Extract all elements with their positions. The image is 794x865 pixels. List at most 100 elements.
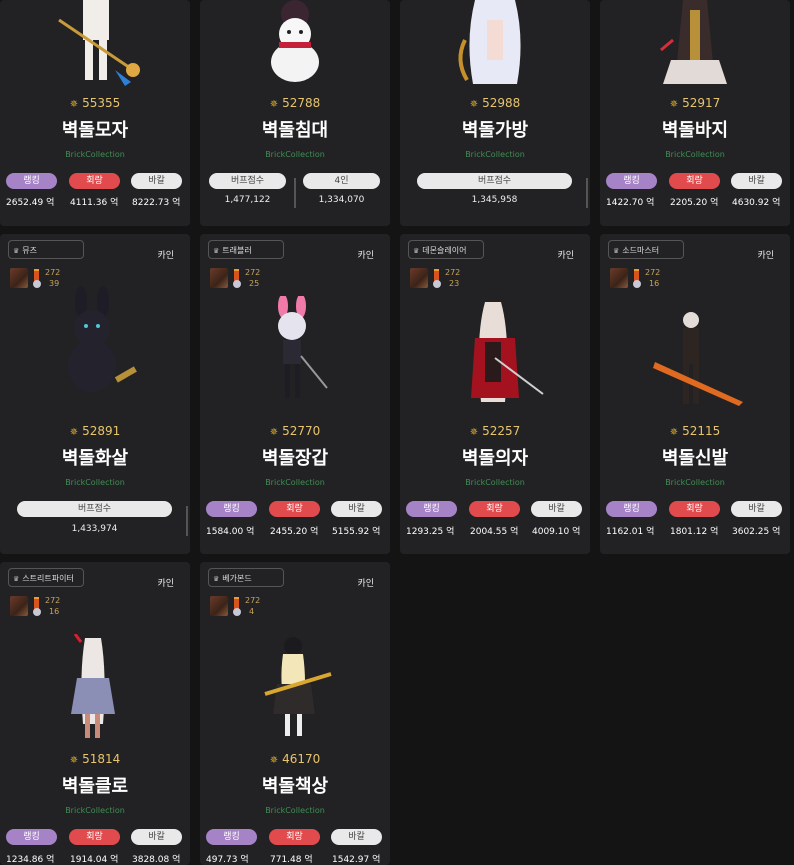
crown-icon: ♛: [613, 247, 620, 255]
star-icon: ✵: [669, 427, 679, 438]
ranking-tag[interactable]: 랭킹: [406, 501, 457, 517]
job-badge: ♛ 스트리트파이터: [8, 568, 84, 587]
crown-icon: ♛: [13, 575, 20, 583]
bakal-tag[interactable]: 바칼: [731, 501, 782, 517]
hoerang-value: 1801.12 억: [670, 527, 719, 537]
ranking-tag[interactable]: 랭킹: [6, 829, 57, 845]
ranking-value: 2652.49 억: [6, 198, 55, 208]
brick-collection-label: BrickCollection: [465, 478, 525, 487]
character-card[interactable]: ✵ 52917 벽돌바지 BrickCollection 랭킹 회랑 바칼 142…: [600, 0, 790, 226]
four-person-tag[interactable]: 4인: [303, 173, 380, 189]
divider: [586, 178, 588, 208]
ranking-value: 1293.25 억: [406, 527, 455, 537]
hoerang-tag[interactable]: 회랑: [669, 173, 720, 189]
star-icon: ✵: [69, 755, 79, 766]
buff-score-tag[interactable]: 버프점수: [17, 501, 172, 517]
bakal-tag[interactable]: 바칼: [531, 501, 582, 517]
ranking-tag[interactable]: 랭킹: [206, 829, 257, 845]
character-illustration: [58, 0, 140, 86]
hoerang-value: 2205.20 억: [670, 198, 719, 208]
character-illustration: [471, 302, 544, 402]
bakal-tag[interactable]: 바칼: [731, 173, 782, 189]
character-illustration: [264, 637, 332, 736]
collection-score: ✵ 55355: [69, 96, 121, 110]
crown-icon: ♛: [213, 247, 220, 255]
buff-score-value: 1,477,122: [224, 195, 271, 205]
skull-icon: [233, 280, 241, 288]
item-name: 벽돌신발: [661, 448, 729, 469]
server-label: 카인: [157, 579, 174, 589]
hoerang-tag[interactable]: 회랑: [469, 501, 520, 517]
ranking-value: 1584.00 억: [206, 527, 255, 537]
level-value: 272: [245, 268, 261, 277]
character-card[interactable]: ✵ 52788 벽돌침대 BrickCollection 버프점수 4인 1,47…: [200, 0, 390, 226]
server-label: 카인: [157, 251, 174, 261]
star-icon: ✵: [269, 427, 279, 438]
avatar: [210, 268, 228, 288]
bakal-tag[interactable]: 바칼: [131, 173, 182, 189]
hoerang-tag[interactable]: 회랑: [69, 829, 120, 845]
bakal-value: 4009.10 억: [532, 527, 581, 537]
level-value: 272: [445, 268, 461, 277]
stat-tags: 랭킹 회랑 바칼: [406, 501, 584, 519]
collection-score: ✵ 52115: [669, 424, 721, 438]
skull-icon: [433, 280, 441, 288]
character-card[interactable]: ✵ 52988 벽돌가방 BrickCollection 버프점수 1,345,9…: [400, 0, 590, 226]
buff-score-tag[interactable]: 버프점수: [417, 173, 572, 189]
character-card[interactable]: ♛ 데몬슬레이어 카인 272 23 ✵ 52257 벽돌의자 BrickColle…: [400, 234, 590, 554]
hoerang-tag[interactable]: 회랑: [69, 173, 120, 189]
bakal-value: 1542.97 억: [332, 855, 381, 865]
hoerang-tag[interactable]: 회랑: [669, 501, 720, 517]
ranking-tag[interactable]: 랭킹: [606, 501, 657, 517]
character-card[interactable]: ♛ 스트리트파이터 카인 272 16 ✵ 51814 벽돌클로 BrickColl…: [0, 562, 190, 865]
character-card[interactable]: ♛ 베가본드 카인 272 4 ✵ 46170 벽돌책상 BrickCollecti…: [200, 562, 390, 865]
hoerang-tag[interactable]: 회랑: [269, 501, 320, 517]
skull-icon: [233, 608, 241, 616]
character-card[interactable]: ✵ 55355 벽돌모자 BrickCollection 랭킹 회랑 바칼 265…: [0, 0, 190, 226]
star-icon: ✵: [669, 99, 679, 110]
bakal-tag[interactable]: 바칼: [331, 501, 382, 517]
item-name: 벽돌클로: [61, 776, 129, 797]
hoerang-value: 2004.55 억: [470, 527, 519, 537]
collection-score: ✵ 52788: [269, 96, 321, 110]
buff-score-value: 1,345,958: [471, 195, 518, 205]
star-icon: ✵: [469, 99, 479, 110]
character-card[interactable]: ♛ 소드마스터 카인 272 16 ✵ 52115 벽돌신발 BrickCollec…: [600, 234, 790, 554]
server-label: 카인: [357, 579, 374, 589]
hoerang-tag[interactable]: 회랑: [269, 829, 320, 845]
avatar: [410, 268, 428, 288]
stat-values: 1422.70 억 2205.20 억 4630.92 억: [600, 195, 790, 209]
avatar: [10, 268, 28, 288]
crown-icon: ♛: [213, 575, 220, 583]
hoerang-value: 2455.20 억: [270, 527, 319, 537]
bakal-tag[interactable]: 바칼: [131, 829, 182, 845]
ranking-value: 1234.86 억: [6, 855, 55, 865]
character-card[interactable]: ♛ 뮤즈 카인 272 39 ✵ 52891 벽돌화살 BrickCollectio…: [0, 234, 190, 554]
ranking-tag[interactable]: 랭킹: [606, 173, 657, 189]
collection-score: ✵ 52917: [669, 96, 721, 110]
star-icon: ✵: [69, 99, 79, 110]
collection-score: ✵ 46170: [269, 752, 321, 766]
ranking-tag[interactable]: 랭킹: [206, 501, 257, 517]
character-illustration: [71, 634, 115, 738]
character-illustration: [278, 296, 328, 398]
collection-score: ✵ 52770: [269, 424, 321, 438]
stat-tags: 랭킹 회랑 바칼: [606, 173, 784, 191]
ranking-tag[interactable]: 랭킹: [6, 173, 57, 189]
item-name: 벽돌장갑: [261, 448, 329, 469]
buff-score-tag[interactable]: 버프점수: [209, 173, 286, 189]
stat-tags: 랭킹 회랑 바칼: [206, 829, 384, 847]
character-card[interactable]: ♛ 트래블러 카인 272 25 ✵ 52770 벽돌장갑 BrickCollect…: [200, 234, 390, 554]
divider: [186, 506, 188, 536]
job-badge: ♛ 뮤즈: [8, 240, 84, 259]
character-illustration: [68, 286, 137, 392]
character-summary: 272 16: [610, 268, 690, 290]
item-name: 벽돌의자: [461, 448, 529, 469]
four-person-value: 1,334,070: [318, 195, 365, 205]
character-illustration: [660, 0, 727, 84]
ranking-value: 497.73 억: [206, 855, 249, 865]
bakal-value: 5155.92 억: [332, 527, 381, 537]
skull-icon: [633, 280, 641, 288]
bakal-tag[interactable]: 바칼: [331, 829, 382, 845]
job-badge: ♛ 베가본드: [208, 568, 284, 587]
